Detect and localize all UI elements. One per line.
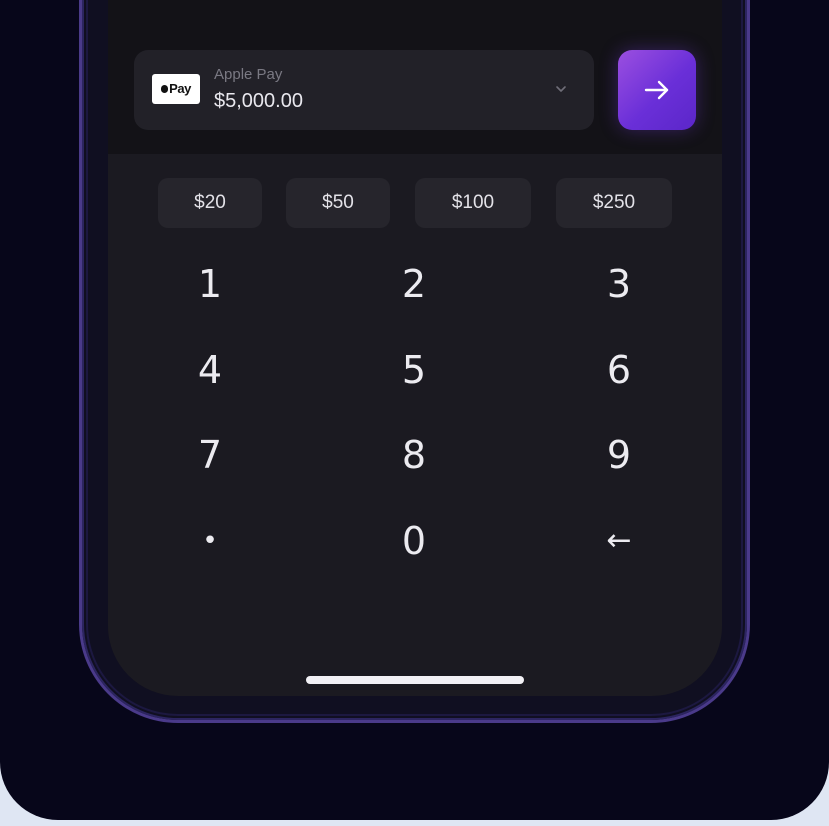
payment-amount: $5,000.00 (214, 90, 303, 112)
arrow-right-icon (644, 80, 669, 100)
outer-card: Pay Apple Pay $5,000.00 $20 $50 $100 $25… (0, 0, 829, 820)
keypad-key-8[interactable]: 8 (354, 425, 474, 485)
keypad-key-2[interactable]: 2 (354, 254, 474, 314)
keypad-key-0[interactable]: 0 (354, 511, 474, 571)
keypad-key-4[interactable]: 4 (150, 340, 270, 400)
payment-method-dropdown[interactable]: Pay Apple Pay $5,000.00 (134, 50, 594, 130)
submit-button[interactable] (618, 50, 696, 130)
quick-amount-row: $20 $50 $100 $250 (108, 178, 722, 228)
keypad-key-7[interactable]: 7 (150, 425, 270, 485)
keypad-key-3[interactable]: 3 (559, 254, 679, 314)
keypad-key-1[interactable]: 1 (150, 254, 270, 314)
apple-pay-badge-text: Pay (169, 81, 191, 96)
quick-amount-chip[interactable]: $20 (158, 178, 262, 228)
home-indicator (306, 676, 524, 684)
apple-pay-badge: Pay (152, 74, 200, 104)
keypad-key-5[interactable]: 5 (354, 340, 474, 400)
payment-method-label: Apple Pay (214, 66, 283, 83)
quick-amount-chip[interactable]: $250 (556, 178, 672, 228)
chevron-down-icon (556, 86, 566, 92)
arrow-left-icon: ← (606, 523, 632, 558)
quick-amount-chip[interactable]: $100 (415, 178, 531, 228)
quick-amount-chip[interactable]: $50 (286, 178, 390, 228)
keypad-key-9[interactable]: 9 (559, 425, 679, 485)
phone-screen: Pay Apple Pay $5,000.00 $20 $50 $100 $25… (108, 0, 722, 696)
payment-panel: Pay Apple Pay $5,000.00 (108, 0, 722, 154)
keypad-key-6[interactable]: 6 (559, 340, 679, 400)
keypad-key-decimal[interactable]: • (150, 511, 270, 571)
keypad-backspace-button[interactable]: ← (559, 511, 679, 571)
apple-logo-icon (161, 85, 169, 93)
